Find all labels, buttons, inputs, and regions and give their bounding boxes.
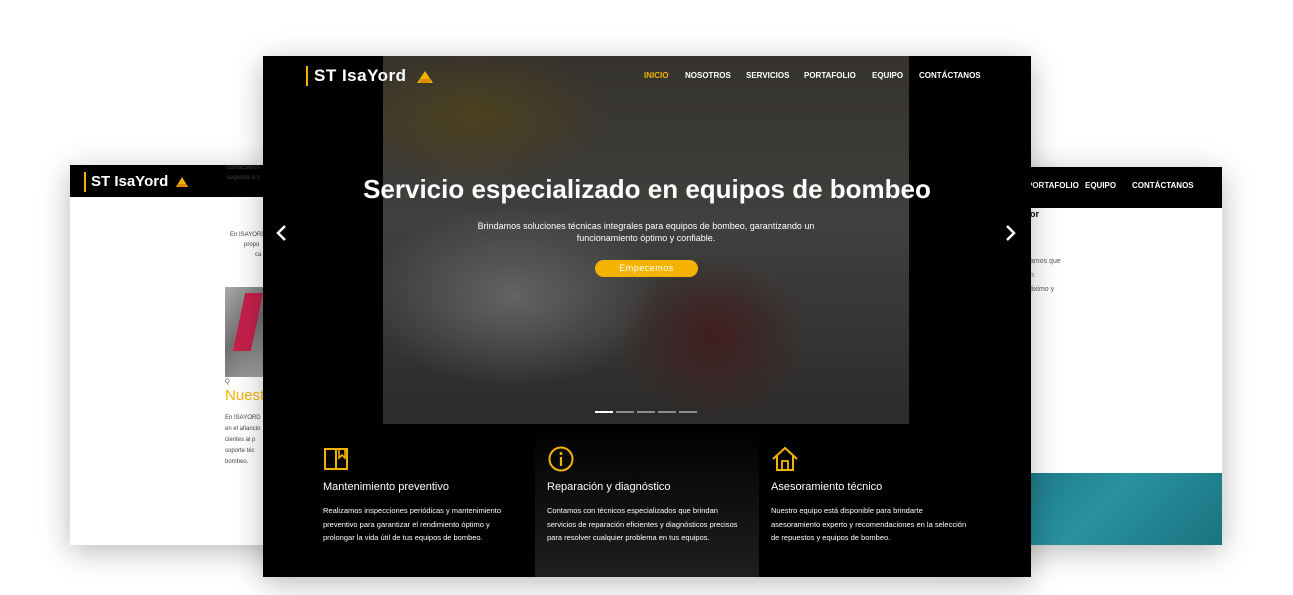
nav-inicio[interactable]: INICIO <box>644 71 668 80</box>
carousel-indicator[interactable] <box>637 411 655 413</box>
body-line: en el afiancio <box>225 426 261 432</box>
main-page-mockup: ST IsaYord INICIO NOSOTROS SERVICIOS POR… <box>263 56 1031 577</box>
nav-servicios[interactable]: SERVICIOS <box>746 71 789 80</box>
carousel-indicator[interactable] <box>679 411 697 413</box>
text-fragment: En ISAYORD <box>230 232 266 238</box>
hero-title: Servicio especializado en equipos de bom… <box>363 174 931 204</box>
text-fragment: contáctanos <box>227 165 260 171</box>
chevron-left-icon <box>276 225 286 241</box>
photo-caption: Q <box>225 379 230 385</box>
info-icon <box>548 446 574 472</box>
body-line: soporte téc <box>225 448 255 454</box>
text-fragment: amos que <box>1030 258 1061 265</box>
nav-portafolio[interactable]: PORTAFOLIO <box>804 71 856 80</box>
cta-button[interactable]: Empecemos <box>595 260 698 277</box>
nav-contactanos[interactable]: CONTÁCTANOS <box>919 71 981 80</box>
carousel-indicator[interactable] <box>616 411 634 413</box>
nav-equipo[interactable]: EQUIPO <box>872 71 903 80</box>
body-line: bombeo. <box>225 459 249 465</box>
section-heading: Nuest <box>225 387 265 404</box>
home-icon <box>772 446 798 471</box>
body-line: cientes al p <box>225 437 256 443</box>
nav-portafolio[interactable]: PORTAFOLIO <box>1027 181 1079 190</box>
text-fragment: segunda a s <box>227 175 260 181</box>
carousel-indicator[interactable] <box>658 411 676 413</box>
feature-title: Reparación y diagnóstico <box>547 481 671 493</box>
feature-card: Mantenimiento preventivo Realizamos insp… <box>263 426 501 577</box>
hero-subtitle: Brindamos soluciones técnicas integrales… <box>477 221 815 243</box>
feature-card: Asesoramiento técnico Nuestro equipo est… <box>759 426 1031 577</box>
feature-card: Reparación y diagnóstico Contamos con té… <box>535 426 759 577</box>
book-icon <box>324 448 348 470</box>
text-fragment: áximo y <box>1030 286 1055 293</box>
features-section: Mantenimiento preventivo Realizamos insp… <box>263 426 1031 577</box>
chevron-right-icon <box>1006 225 1016 241</box>
body-line: En ISAYORD <box>225 415 261 421</box>
carousel-prev-button[interactable] <box>275 224 289 246</box>
feature-text: Realizamos inspecciones periódicas y man… <box>323 506 502 542</box>
feature-text: Nuestro equipo está disponible para brin… <box>771 506 967 542</box>
text-fragment: ca <box>255 252 262 258</box>
nav-contactanos[interactable]: CONTÁCTANOS <box>1132 181 1194 190</box>
carousel-next-button[interactable] <box>1003 224 1017 246</box>
feature-title: Asesoramiento técnico <box>771 481 883 493</box>
text-fragment: propo <box>244 242 260 248</box>
brand-name: ST IsaYord <box>314 66 407 85</box>
feature-title: Mantenimiento preventivo <box>323 481 449 493</box>
carousel-indicator[interactable] <box>595 411 613 413</box>
heading-fragment: or <box>1030 209 1039 219</box>
brand-logo[interactable]: ST IsaYord <box>84 172 189 192</box>
brand-logo[interactable]: ST IsaYord <box>306 66 434 86</box>
logo-icon <box>176 177 189 188</box>
nav-nosotros[interactable]: NOSOTROS <box>685 71 731 80</box>
logo-icon <box>416 70 433 83</box>
brand-name: ST IsaYord <box>91 173 169 190</box>
nav-equipo[interactable]: EQUIPO <box>1085 181 1116 190</box>
feature-text: Contamos con técnicos especializados que… <box>547 506 738 542</box>
